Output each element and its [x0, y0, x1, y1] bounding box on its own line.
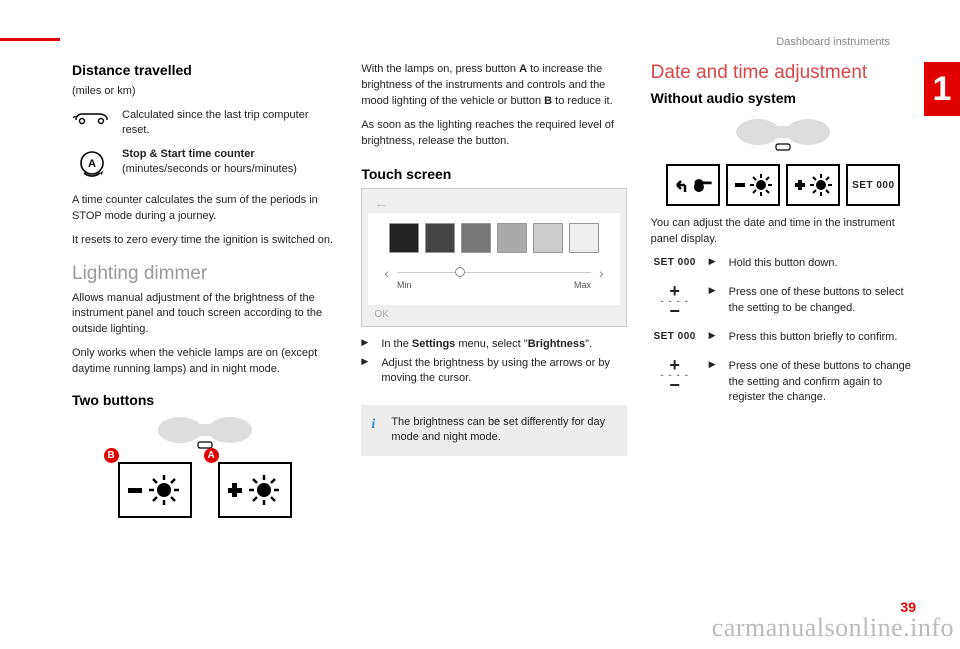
- increase-brightness-button[interactable]: [218, 462, 292, 518]
- step-symbol-1: ▶: [709, 256, 729, 271]
- plus-minus-icon-1: +- - - -−: [651, 285, 699, 317]
- step-symbol-4: ▶: [709, 359, 729, 405]
- slider-left-arrow-icon: ‹: [384, 265, 389, 281]
- chapter-number-tab: 1: [924, 62, 960, 116]
- distance-units: (miles or km): [72, 84, 337, 100]
- section-header: Dashboard instruments: [776, 36, 890, 48]
- red-accent-tab: [0, 38, 60, 41]
- touchscreen-figure: ← ‹ Min Max: [361, 188, 626, 327]
- touch-screen-heading: Touch screen: [361, 166, 626, 182]
- button-a-wrap: A: [218, 462, 292, 518]
- intro-p1-bold-a: A: [519, 63, 527, 75]
- swatch-3: [461, 223, 491, 253]
- time-counter-p2: It resets to zero every time the ignitio…: [72, 233, 337, 249]
- swatch-5: [533, 223, 563, 253]
- decrease-brightness-button[interactable]: [118, 462, 192, 518]
- ok-label: OK: [368, 305, 619, 322]
- set-000-label-3: SET 000: [653, 331, 695, 342]
- info-icon: i: [371, 415, 375, 435]
- plus-minus-icon-2: +- - - -−: [651, 359, 699, 391]
- stopstart-title: Stop & Start time counter: [122, 148, 255, 160]
- step-symbol-2: ▶: [709, 285, 729, 316]
- lighting-p2: Only works when the vehicle lamps are on…: [72, 346, 337, 378]
- step-3: Press this button briefly to confirm.: [729, 330, 916, 345]
- watermark: carmanualsonline.info: [712, 613, 954, 643]
- b1a: In the: [381, 338, 412, 350]
- intro-p1-c: to reduce it.: [552, 95, 613, 107]
- lamps-intro-p1: With the lamps on, press button A to inc…: [361, 62, 626, 110]
- time-counter-p1: A time counter calculates the sum of the…: [72, 193, 337, 225]
- badge-a: A: [204, 448, 219, 463]
- stopstart-text: Stop & Start time counter (minutes/secon…: [122, 147, 337, 178]
- car-odometer-icon: [72, 108, 112, 126]
- button-b-wrap: B: [118, 462, 192, 518]
- swatch-6: [569, 223, 599, 253]
- info-box: i The brightness can be set differently …: [361, 405, 626, 456]
- swatch-1: [389, 223, 419, 253]
- stop-start-icon: A: [72, 147, 112, 179]
- column-2: With the lamps on, press button A to inc…: [361, 62, 626, 518]
- swatch-4: [497, 223, 527, 253]
- b1bold1: Settings: [412, 338, 455, 350]
- slider-thumb: [455, 267, 465, 277]
- date-intro: You can adjust the date and time in the …: [651, 216, 916, 248]
- intro-p1-bold-b: B: [544, 95, 552, 107]
- b1b: menu, select ": [455, 338, 527, 350]
- b1c: ".: [585, 338, 592, 350]
- column-3: Date and time adjustment Without audio s…: [651, 62, 916, 518]
- bullet-1: In the Settings menu, select "Brightness…: [381, 337, 626, 352]
- page-number: 39: [900, 599, 916, 615]
- set-000-button[interactable]: SET 000: [846, 164, 900, 206]
- intro-p1-a: With the lamps on, press button: [361, 63, 519, 75]
- distance-desc: Calculated since the last trip computer …: [122, 108, 337, 139]
- bullet-symbol-2: ▶: [361, 356, 381, 387]
- slider-track: [397, 272, 591, 273]
- slider-right-arrow-icon: ›: [599, 265, 604, 281]
- info-text: The brightness can be set differently fo…: [391, 416, 605, 443]
- slider-max-label: Max: [574, 280, 591, 290]
- step-4: Press one of these buttons to change the…: [729, 359, 916, 405]
- b1bold2: Brightness: [528, 338, 585, 350]
- column-1: Distance travelled (miles or km) Calcula…: [72, 62, 337, 518]
- lighting-heading: Lighting dimmer: [72, 263, 337, 285]
- back-arrow-icon: ←: [368, 195, 619, 213]
- bullet-symbol-1: ▶: [361, 337, 381, 352]
- step-symbol-3: ▶: [709, 330, 729, 345]
- increase-brightness-button-small[interactable]: [786, 164, 840, 206]
- set-000-label: SET 000: [852, 180, 894, 191]
- two-buttons-heading: Two buttons: [72, 392, 337, 408]
- set-000-icon: SET 000: [651, 256, 699, 268]
- decrease-brightness-button-small[interactable]: [726, 164, 780, 206]
- bullet-2: Adjust the brightness by using the arrow…: [381, 356, 626, 387]
- back-wrench-button[interactable]: [666, 164, 720, 206]
- svg-text:A: A: [88, 158, 96, 170]
- step-1: Hold this button down.: [729, 256, 916, 271]
- brightness-swatch-row: [378, 223, 609, 253]
- badge-b: B: [104, 448, 119, 463]
- step-2: Press one of these buttons to select the…: [729, 285, 916, 316]
- date-time-heading: Date and time adjustment: [651, 62, 916, 84]
- lighting-p1: Allows manual adjustment of the brightne…: [72, 291, 337, 339]
- set-000-icon-2: SET 000: [651, 330, 699, 342]
- distance-heading: Distance travelled: [72, 62, 337, 78]
- set-000-label-2: SET 000: [653, 257, 695, 268]
- swatch-2: [425, 223, 455, 253]
- without-audio-heading: Without audio system: [651, 90, 916, 106]
- dashboard-figure-2: [651, 116, 916, 154]
- slider-min-label: Min: [397, 280, 412, 290]
- stopstart-units: (minutes/seconds or hours/minutes): [122, 163, 297, 175]
- lamps-intro-p2: As soon as the lighting reaches the requ…: [361, 118, 626, 150]
- dashboard-figure-1: [72, 414, 337, 452]
